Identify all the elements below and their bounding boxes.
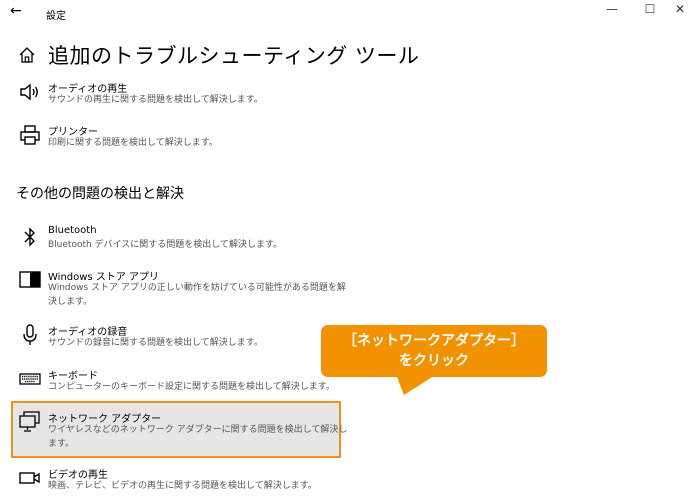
troubleshooter-network-adapter[interactable]: ネットワーク アダプター ワイヤレスなどのネットワーク アダプターに関する問題を… bbox=[18, 410, 348, 450]
bluetooth-icon bbox=[24, 227, 35, 247]
window-title: 設定 bbox=[46, 11, 66, 22]
close-button[interactable]: ✕ bbox=[665, 2, 695, 16]
troubleshooter-keyboard[interactable]: キーボード コンピューターのキーボード設定に関する問題を検出して解決します。 bbox=[18, 367, 348, 399]
instruction-callout: ［ネットワークアダプター］ をクリック bbox=[321, 325, 547, 377]
troubleshooter-printer[interactable]: プリンター 印刷に関する問題を検出して解決します。 bbox=[18, 123, 348, 155]
item-description: サウンドの録音に関する問題を検出して解決します。 bbox=[48, 338, 263, 348]
troubleshooter-audio-recording[interactable]: オーディオの録音 サウンドの録音に関する問題を検出して解決します。 bbox=[18, 323, 348, 355]
network-adapter-icon bbox=[19, 411, 40, 432]
troubleshooter-audio-playback[interactable]: オーディオの再生 サウンドの再生に関する問題を検出して解決します。 bbox=[18, 80, 348, 112]
item-description: ワイヤレスなどのネットワーク アダプターに関する問題を検出して解決します。 bbox=[48, 425, 348, 449]
home-icon[interactable] bbox=[18, 46, 36, 64]
item-title: Bluetooth bbox=[48, 225, 97, 236]
item-description: コンピューターのキーボード設定に関する問題を検出して解決します。 bbox=[48, 382, 335, 392]
item-description: Bluetooth デバイスに関する問題を検出して解決します。 bbox=[48, 240, 283, 250]
page-title: 追加のトラブルシューティング ツール bbox=[48, 44, 420, 68]
printer-icon bbox=[20, 125, 40, 145]
microphone-icon bbox=[23, 324, 37, 345]
callout-line-1: ［ネットワークアダプター］ bbox=[343, 333, 525, 349]
store-icon bbox=[19, 271, 41, 288]
item-description: サウンドの再生に関する問題を検出して解決します。 bbox=[48, 95, 263, 105]
speaker-icon bbox=[20, 83, 38, 101]
keyboard-icon bbox=[19, 373, 41, 385]
troubleshooter-bluetooth[interactable]: Bluetooth Bluetooth デバイスに関する問題を検出して解決します… bbox=[18, 225, 348, 257]
item-description: 印刷に関する問題を検出して解決します。 bbox=[48, 138, 218, 148]
troubleshooter-video-playback[interactable]: ビデオの再生 映画、テレビ、ビデオの再生に関する問題を検出して解決します。 bbox=[18, 466, 348, 498]
callout-line-2: をクリック bbox=[399, 353, 469, 369]
minimize-button[interactable]: — bbox=[597, 2, 627, 16]
item-description: Windows ストア アプリの正しい動作を妨げている可能性がある問題を解決しま… bbox=[48, 283, 346, 307]
back-button[interactable]: ← bbox=[10, 3, 22, 19]
maximize-button[interactable]: ☐ bbox=[635, 2, 665, 16]
troubleshooter-store-apps[interactable]: Windows ストア アプリ Windows ストア アプリの正しい動作を妨げ… bbox=[18, 268, 348, 310]
section-title: その他の問題の検出と解決 bbox=[16, 186, 184, 202]
video-icon bbox=[19, 472, 40, 484]
item-description: 映画、テレビ、ビデオの再生に関する問題を検出して解決します。 bbox=[48, 481, 317, 491]
title-bar: ← 設定 — ☐ ✕ bbox=[0, 0, 700, 26]
